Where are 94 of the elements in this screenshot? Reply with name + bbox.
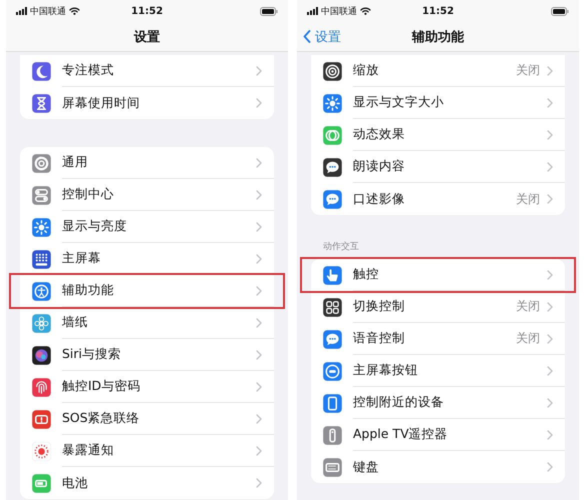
signal-icon <box>307 7 318 15</box>
settings-row[interactable]: 主屏幕按钮 <box>311 355 565 387</box>
chevron-icon <box>547 430 553 440</box>
settings-row[interactable]: 朗读内容 <box>311 151 565 183</box>
chevron-icon <box>547 194 553 204</box>
chevron-icon <box>256 190 262 200</box>
item-label: 墙纸 <box>62 314 89 331</box>
item-label: 显示与文字大小 <box>353 94 445 111</box>
settings-row[interactable]: 显示与文字大小 <box>311 87 565 119</box>
wifi-icon <box>360 7 371 15</box>
chevron-icon <box>256 158 262 168</box>
carrier-name: 中国联通 <box>321 6 357 18</box>
battery-icon <box>260 6 278 16</box>
battery-icon <box>551 6 569 16</box>
item-label: 缩放 <box>353 62 380 79</box>
chevron-icon <box>256 350 262 360</box>
item-label: 主屏幕按钮 <box>353 362 419 379</box>
settings-row[interactable]: SOS紧急联络 <box>20 403 274 435</box>
item-label: 动态效果 <box>353 126 406 143</box>
chevron-icon <box>547 398 553 408</box>
item-label: Siri与搜索 <box>62 346 122 363</box>
chevron-icon <box>547 366 553 376</box>
carrier-name: 中国联通 <box>30 6 66 18</box>
item-label: 朗读内容 <box>353 158 406 175</box>
chevron-icon <box>547 162 553 172</box>
settings-row[interactable]: 控制附近的设备 <box>311 387 565 419</box>
settings-row[interactable]: 口述影像 关闭 <box>311 183 565 215</box>
item-label: 键盘 <box>353 458 380 476</box>
item-value: 关闭 <box>516 298 540 315</box>
chevron-icon <box>256 414 262 424</box>
clock-time: 11:52 <box>131 6 163 16</box>
settings-row[interactable]: 辅助功能 <box>11 275 283 307</box>
item-label: SOS紧急联络 <box>62 410 141 427</box>
item-label: 控制附近的设备 <box>353 394 445 411</box>
item-label: 主屏幕 <box>62 250 102 267</box>
chevron-icon <box>256 222 262 232</box>
back-button[interactable]: 设置 <box>303 28 341 46</box>
chevron-icon <box>256 286 262 296</box>
chevron-icon <box>256 446 262 456</box>
item-label: 切换控制 <box>353 298 406 315</box>
chevron-icon <box>256 254 262 264</box>
settings-row[interactable]: 显示与亮度 <box>20 211 274 243</box>
settings-row[interactable]: 切换控制 关闭 <box>311 291 565 323</box>
back-chevron-icon <box>303 30 311 43</box>
chevron-icon <box>547 66 553 76</box>
chevron-icon <box>256 478 262 488</box>
settings-row[interactable]: 主屏幕 <box>20 243 274 275</box>
wifi-icon <box>69 7 80 15</box>
settings-row[interactable]: 暴露通知 <box>20 435 274 467</box>
item-value: 关闭 <box>516 190 540 208</box>
chevron-icon <box>547 270 553 280</box>
chevron-icon <box>256 66 262 76</box>
item-label: 触控 <box>353 266 380 283</box>
settings-row[interactable]: 缩放 关闭 <box>311 55 565 87</box>
chevron-icon <box>547 334 553 344</box>
chevron-icon <box>547 302 553 312</box>
item-label: 触控ID与密码 <box>62 378 142 395</box>
settings-row[interactable]: 触控ID与密码 <box>20 371 274 403</box>
item-label: Apple TV遥控器 <box>353 426 449 443</box>
section-header: 动作交互 <box>322 240 360 254</box>
item-label: 通用 <box>62 154 89 171</box>
item-value: 关闭 <box>516 62 540 79</box>
item-label: 电池 <box>62 474 89 492</box>
clock-time: 11:52 <box>422 6 454 16</box>
item-label: 暴露通知 <box>62 442 115 459</box>
item-label: 专注模式 <box>62 62 115 79</box>
chevron-icon <box>256 382 262 392</box>
settings-row[interactable]: 控制中心 <box>20 179 274 211</box>
settings-row[interactable]: 触控 <box>302 259 574 291</box>
settings-row[interactable]: 键盘 <box>311 451 565 483</box>
settings-row[interactable]: 动态效果 <box>311 119 565 151</box>
screen-title: 辅助功能 <box>412 28 464 46</box>
chevron-icon <box>547 98 553 108</box>
item-label: 口述影像 <box>353 190 406 208</box>
settings-row[interactable]: 语音控制 关闭 <box>311 323 565 355</box>
chevron-icon <box>547 130 553 140</box>
item-label: 显示与亮度 <box>62 218 128 235</box>
settings-row[interactable]: 墙纸 <box>20 307 274 339</box>
settings-row[interactable]: 通用 <box>20 147 274 179</box>
chevron-icon <box>256 318 262 328</box>
settings-row[interactable]: Siri与搜索 <box>20 339 274 371</box>
screen-title: 设置 <box>134 28 160 46</box>
settings-row[interactable]: 电池 <box>20 467 274 499</box>
item-label: 辅助功能 <box>62 282 115 299</box>
item-label: 控制中心 <box>62 186 115 203</box>
chevron-icon <box>256 98 262 108</box>
item-label: 屏幕使用时间 <box>62 94 141 112</box>
settings-row[interactable]: 专注模式 <box>20 55 274 87</box>
settings-row[interactable]: 屏幕使用时间 <box>20 87 274 119</box>
settings-row[interactable]: Apple TV遥控器 <box>311 419 565 451</box>
item-value: 关闭 <box>516 330 540 347</box>
signal-icon <box>16 7 27 15</box>
item-label: 语音控制 <box>353 330 406 347</box>
chevron-icon <box>547 462 553 472</box>
